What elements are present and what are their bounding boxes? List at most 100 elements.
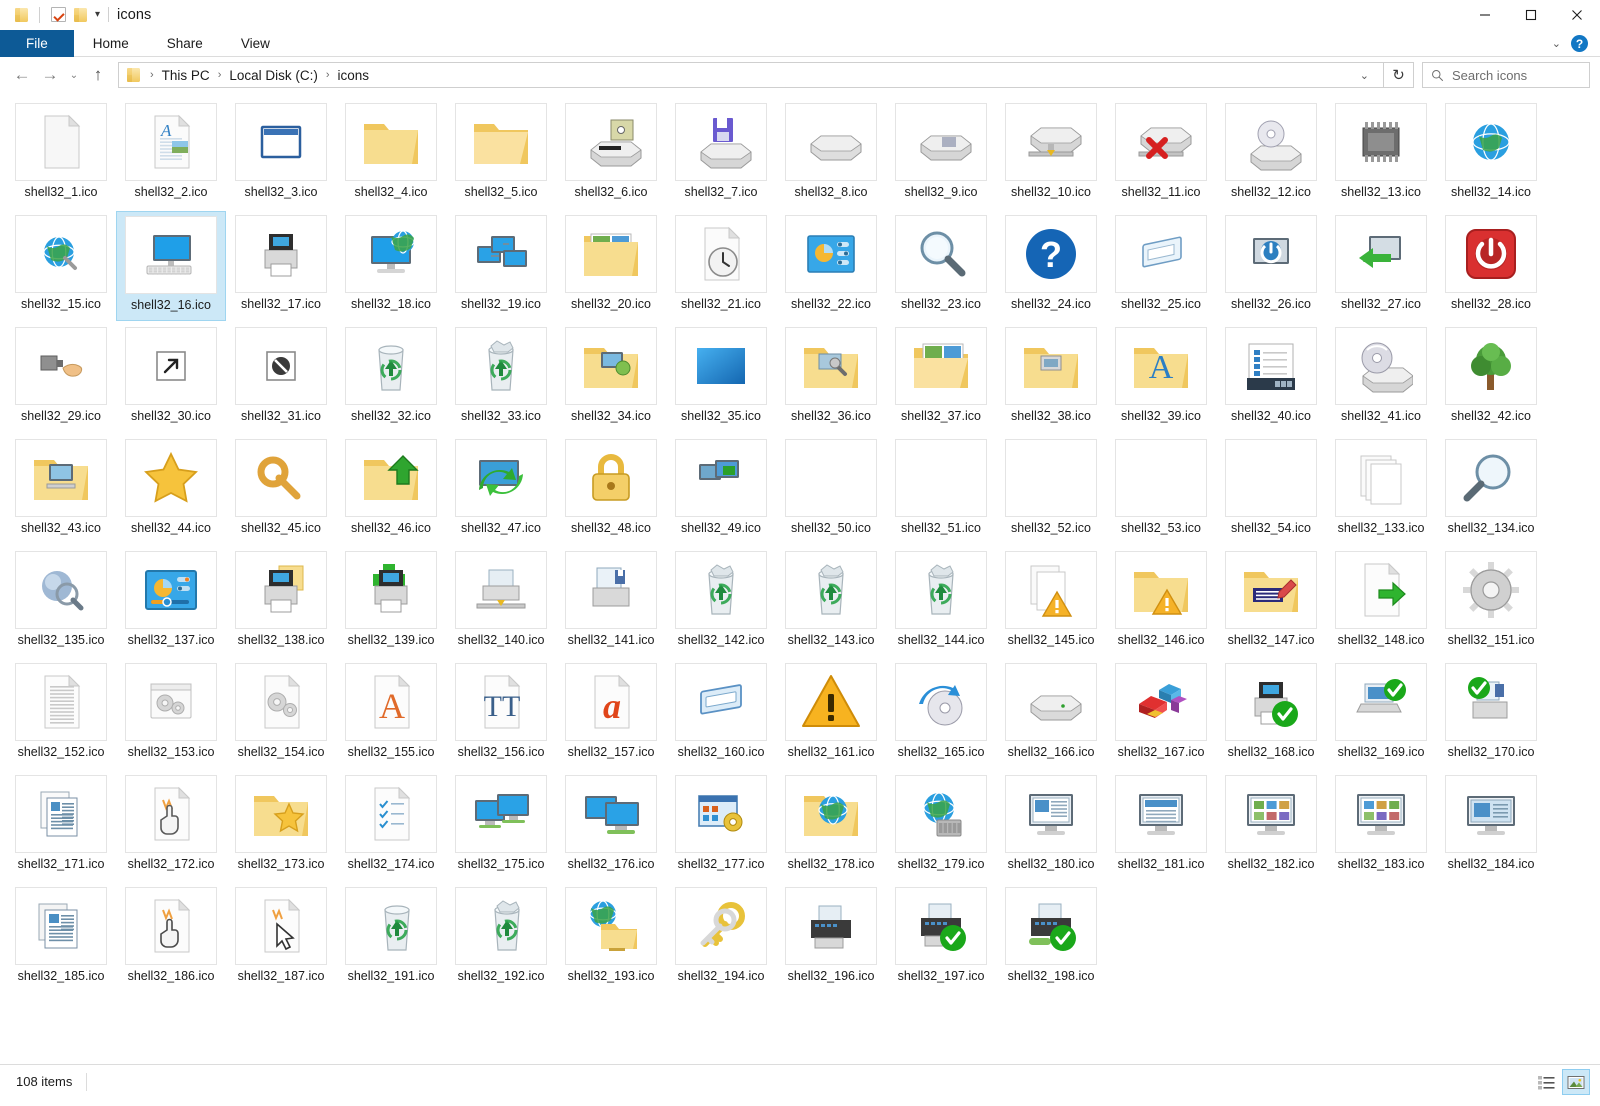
file-item[interactable]: shell32_19.ico bbox=[446, 211, 556, 321]
file-item[interactable]: shell32_1.ico bbox=[6, 99, 116, 209]
file-item[interactable]: shell32_26.ico bbox=[1216, 211, 1326, 321]
file-item[interactable]: shell32_18.ico bbox=[336, 211, 446, 321]
large-icons-view-button[interactable] bbox=[1562, 1069, 1590, 1095]
file-item[interactable]: shell32_180.ico bbox=[996, 771, 1106, 881]
file-item[interactable]: shell32_135.ico bbox=[6, 547, 116, 657]
checkbox-icon[interactable] bbox=[47, 4, 69, 26]
file-item[interactable]: shell32_31.ico bbox=[226, 323, 336, 433]
file-item[interactable]: shell32_41.ico bbox=[1326, 323, 1436, 433]
file-item[interactable]: shell32_144.ico bbox=[886, 547, 996, 657]
file-item[interactable]: shell32_25.ico bbox=[1106, 211, 1216, 321]
file-item[interactable]: shell32_15.ico bbox=[6, 211, 116, 321]
file-item[interactable]: shell32_176.ico bbox=[556, 771, 666, 881]
file-item[interactable]: shell32_177.ico bbox=[666, 771, 776, 881]
file-item[interactable]: shell32_178.ico bbox=[776, 771, 886, 881]
file-item[interactable]: shell32_48.ico bbox=[556, 435, 666, 545]
file-item[interactable]: shell32_27.ico bbox=[1326, 211, 1436, 321]
recent-locations-icon[interactable]: ⌄ bbox=[64, 61, 84, 89]
file-item[interactable]: shell32_22.ico bbox=[776, 211, 886, 321]
file-item[interactable]: shell32_51.ico bbox=[886, 435, 996, 545]
file-item[interactable]: shell32_12.ico bbox=[1216, 99, 1326, 209]
file-item[interactable]: shell32_160.ico bbox=[666, 659, 776, 769]
file-list-area[interactable]: shell32_1.ico Ashell32_2.ico shell32_3.ico… bbox=[0, 93, 1600, 1064]
file-item[interactable]: shell32_171.ico bbox=[6, 771, 116, 881]
file-item[interactable]: shell32_23.ico bbox=[886, 211, 996, 321]
tab-view[interactable]: View bbox=[222, 30, 289, 57]
file-item[interactable]: shell32_47.ico bbox=[446, 435, 556, 545]
folder-icon[interactable] bbox=[10, 4, 32, 26]
help-icon[interactable]: ? bbox=[1571, 35, 1588, 52]
file-item[interactable]: shell32_181.ico bbox=[1106, 771, 1216, 881]
file-item[interactable]: shell32_4.ico bbox=[336, 99, 446, 209]
breadcrumb[interactable]: › This PC › Local Disk (C:) › icons ⌄ bbox=[118, 62, 1384, 88]
file-item[interactable]: shell32_167.ico bbox=[1106, 659, 1216, 769]
chevron-down-icon[interactable]: ▾ bbox=[91, 9, 104, 20]
file-item[interactable]: shell32_151.ico bbox=[1436, 547, 1546, 657]
file-item[interactable]: shell32_9.ico bbox=[886, 99, 996, 209]
file-item[interactable]: shell32_28.ico bbox=[1436, 211, 1546, 321]
tab-file[interactable]: File bbox=[0, 30, 74, 57]
file-item[interactable]: shell32_182.ico bbox=[1216, 771, 1326, 881]
file-item[interactable]: shell32_43.ico bbox=[6, 435, 116, 545]
back-icon[interactable]: ← bbox=[8, 61, 36, 89]
file-item[interactable]: shell32_187.ico bbox=[226, 883, 336, 993]
file-item[interactable]: shell32_20.ico bbox=[556, 211, 666, 321]
file-item[interactable]: shell32_169.ico bbox=[1326, 659, 1436, 769]
file-item[interactable]: shell32_165.ico bbox=[886, 659, 996, 769]
file-item[interactable]: shell32_137.ico bbox=[116, 547, 226, 657]
file-item[interactable]: shell32_32.ico bbox=[336, 323, 446, 433]
file-item[interactable]: shell32_145.ico bbox=[996, 547, 1106, 657]
file-item[interactable]: shell32_140.ico bbox=[446, 547, 556, 657]
file-item[interactable]: shell32_139.ico bbox=[336, 547, 446, 657]
file-item[interactable]: shell32_142.ico bbox=[666, 547, 776, 657]
file-item[interactable]: shell32_179.ico bbox=[886, 771, 996, 881]
file-item[interactable]: shell32_166.ico bbox=[996, 659, 1106, 769]
file-item[interactable]: shell32_8.ico bbox=[776, 99, 886, 209]
file-item[interactable]: shell32_36.ico bbox=[776, 323, 886, 433]
file-item[interactable]: shell32_146.ico bbox=[1106, 547, 1216, 657]
up-icon[interactable]: ↑ bbox=[84, 61, 112, 89]
file-item[interactable]: Ashell32_39.ico bbox=[1106, 323, 1216, 433]
refresh-icon[interactable]: ↻ bbox=[1384, 62, 1414, 88]
file-item[interactable]: shell32_38.ico bbox=[996, 323, 1106, 433]
file-item[interactable]: shell32_11.ico bbox=[1106, 99, 1216, 209]
file-item[interactable]: shell32_29.ico bbox=[6, 323, 116, 433]
file-item[interactable]: shell32_141.ico bbox=[556, 547, 666, 657]
file-item[interactable]: ? shell32_24.ico bbox=[996, 211, 1106, 321]
file-item[interactable]: shell32_13.ico bbox=[1326, 99, 1436, 209]
file-item[interactable]: shell32_172.ico bbox=[116, 771, 226, 881]
file-item[interactable]: shell32_173.ico bbox=[226, 771, 336, 881]
file-item[interactable]: shell32_134.ico bbox=[1436, 435, 1546, 545]
file-item[interactable]: shell32_191.ico bbox=[336, 883, 446, 993]
file-item[interactable]: shell32_174.ico bbox=[336, 771, 446, 881]
file-item[interactable]: shell32_7.ico bbox=[666, 99, 776, 209]
close-icon[interactable] bbox=[1554, 0, 1600, 30]
file-item[interactable]: shell32_21.ico bbox=[666, 211, 776, 321]
file-item[interactable]: shell32_30.ico bbox=[116, 323, 226, 433]
file-item[interactable]: shell32_17.ico bbox=[226, 211, 336, 321]
forward-icon[interactable]: → bbox=[36, 61, 64, 89]
chevron-down-icon[interactable]: ⌄ bbox=[1356, 69, 1377, 82]
file-item[interactable]: shell32_53.ico bbox=[1106, 435, 1216, 545]
file-item[interactable]: shell32_186.ico bbox=[116, 883, 226, 993]
file-item[interactable]: shell32_42.ico bbox=[1436, 323, 1546, 433]
file-item[interactable]: shell32_185.ico bbox=[6, 883, 116, 993]
file-item[interactable]: shell32_175.ico bbox=[446, 771, 556, 881]
file-item[interactable]: shell32_45.ico bbox=[226, 435, 336, 545]
breadcrumb-local-disk[interactable]: Local Disk (C:) bbox=[226, 68, 321, 83]
file-item[interactable]: shell32_161.ico bbox=[776, 659, 886, 769]
file-item[interactable]: Ashell32_155.ico bbox=[336, 659, 446, 769]
search-input[interactable]: Search icons bbox=[1422, 62, 1590, 88]
file-item[interactable]: shell32_35.ico bbox=[666, 323, 776, 433]
details-view-button[interactable] bbox=[1532, 1069, 1560, 1095]
file-item[interactable]: Ashell32_2.ico bbox=[116, 99, 226, 209]
file-item[interactable]: shell32_198.ico bbox=[996, 883, 1106, 993]
file-item[interactable]: TT shell32_156.ico bbox=[446, 659, 556, 769]
file-item[interactable]: shell32_153.ico bbox=[116, 659, 226, 769]
maximize-icon[interactable] bbox=[1508, 0, 1554, 30]
file-item[interactable]: shell32_148.ico bbox=[1326, 547, 1436, 657]
file-item[interactable]: shell32_49.ico bbox=[666, 435, 776, 545]
file-item[interactable]: shell32_154.ico bbox=[226, 659, 336, 769]
file-item[interactable]: shell32_183.ico bbox=[1326, 771, 1436, 881]
file-item[interactable]: shell32_14.ico bbox=[1436, 99, 1546, 209]
